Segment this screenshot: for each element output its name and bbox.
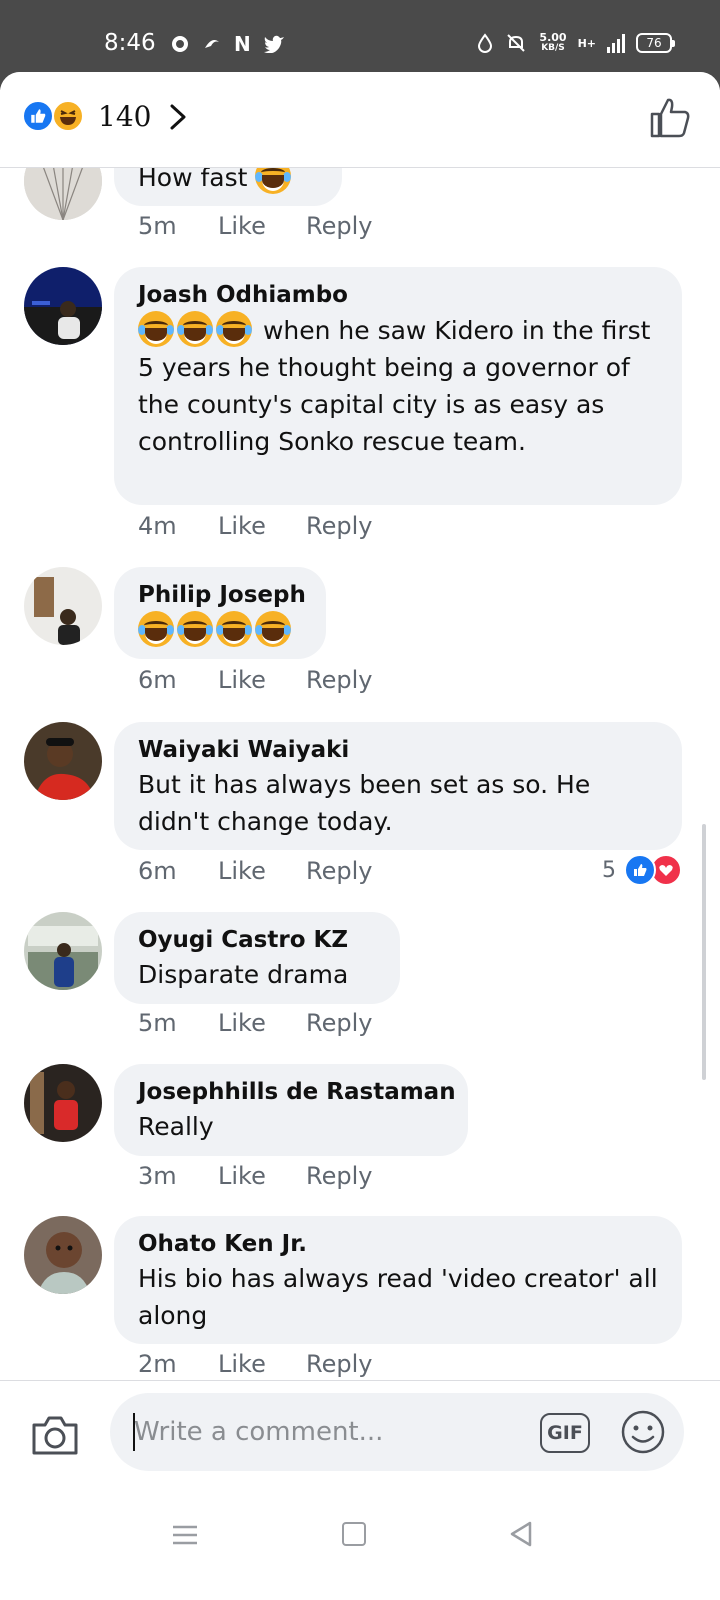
like-comment-button[interactable]: Like xyxy=(218,1162,306,1190)
laughing-emoji-icon xyxy=(177,611,213,647)
comment-text: Really xyxy=(138,1112,214,1141)
laughing-emoji-icon xyxy=(216,311,252,347)
like-comment-button[interactable]: Like xyxy=(218,512,306,540)
comment-text: Disparate drama xyxy=(138,960,349,989)
avatar[interactable] xyxy=(24,567,102,645)
home-icon[interactable] xyxy=(342,1522,366,1546)
like-post-button[interactable] xyxy=(648,96,692,140)
comment-time: 2m xyxy=(138,1350,177,1378)
laughing-emoji-icon xyxy=(138,311,174,347)
avatar[interactable] xyxy=(24,912,102,990)
comment-reactions[interactable]: 5 xyxy=(602,854,682,886)
reply-button[interactable]: Reply xyxy=(306,212,372,240)
like-reaction-icon xyxy=(624,854,656,886)
commenter-name[interactable]: Philip Joseph xyxy=(138,579,306,611)
comment-reaction-count: 5 xyxy=(602,857,616,883)
comment-bubble[interactable]: Joash Odhiambo when he saw Kidero in the… xyxy=(114,267,682,505)
reply-button[interactable]: Reply xyxy=(306,512,372,540)
comment-time: 5m xyxy=(138,1009,177,1037)
reply-button[interactable]: Reply xyxy=(306,857,372,885)
comment-bubble[interactable]: Ohato Ken Jr. His bio has always read 'v… xyxy=(114,1216,682,1344)
comment-text-row xyxy=(138,611,302,649)
status-time: 8:46 xyxy=(104,30,156,56)
gif-button[interactable]: GIF xyxy=(540,1413,590,1453)
camera-icon[interactable] xyxy=(30,1413,80,1457)
comment-input[interactable] xyxy=(110,1393,684,1471)
comment-actions: 6m Like Reply xyxy=(138,857,372,885)
like-comment-button[interactable]: Like xyxy=(218,212,306,240)
like-comment-button[interactable]: Like xyxy=(218,666,306,694)
comment-time: 6m xyxy=(138,666,177,694)
twitter-icon xyxy=(263,35,284,53)
laughing-emoji-icon xyxy=(138,611,174,647)
chevron-right-icon[interactable] xyxy=(164,102,192,132)
reply-button[interactable]: Reply xyxy=(306,1009,372,1037)
system-icons: 5.00 KB/S H+ 76 xyxy=(477,32,675,54)
reaction-count[interactable]: 140 xyxy=(98,100,151,133)
comment-time: 5m xyxy=(138,212,177,240)
laughing-emoji-icon xyxy=(216,611,252,647)
avatar[interactable] xyxy=(24,267,102,345)
comment-text: when he saw Kidero in the first 5 years … xyxy=(138,316,651,456)
comment-actions: 5m Like Reply xyxy=(138,1009,372,1037)
comment-actions: 3m Like Reply xyxy=(138,1162,372,1190)
network-speed: 5.00 KB/S xyxy=(539,32,566,54)
laughing-emoji-icon xyxy=(255,611,291,647)
reply-button[interactable]: Reply xyxy=(306,1350,372,1378)
avatar[interactable] xyxy=(24,1216,102,1294)
like-comment-button[interactable]: Like xyxy=(218,1009,306,1037)
signal-icon xyxy=(607,33,625,53)
mute-bell-icon xyxy=(507,34,526,52)
comment-composer: GIF xyxy=(0,1380,720,1490)
like-reaction-icon xyxy=(22,100,54,132)
comment-text: His bio has always read 'video creator' … xyxy=(138,1264,658,1330)
comment-time: 6m xyxy=(138,857,177,885)
battery-icon: 76 xyxy=(636,33,675,53)
commenter-name[interactable]: Waiyaki Waiyaki xyxy=(138,734,658,766)
comment-bubble[interactable]: Waiyaki Waiyaki But it has always been s… xyxy=(114,722,682,850)
n-app-icon: N xyxy=(234,32,251,56)
comment-list[interactable]: How fast 5m Like Reply Joash Odhiambo wh… xyxy=(0,72,720,1600)
comment-text-row: when he saw Kidero in the first 5 years … xyxy=(138,311,658,460)
settings-icon xyxy=(172,36,188,52)
comment-actions: 4m Like Reply xyxy=(138,512,372,540)
scrollbar[interactable] xyxy=(702,824,706,1080)
comment-actions: 6m Like Reply xyxy=(138,666,372,694)
comment-time: 4m xyxy=(138,512,177,540)
commenter-name[interactable]: Josephhills de Rastaman xyxy=(138,1076,456,1108)
navigation-bar xyxy=(0,1490,720,1600)
commenter-name[interactable]: Ohato Ken Jr. xyxy=(138,1228,658,1260)
network-type: H+ xyxy=(577,36,596,50)
reactions-header: 140 xyxy=(0,72,720,168)
reply-button[interactable]: Reply xyxy=(306,666,372,694)
comment-bubble[interactable]: Josephhills de Rastaman Really xyxy=(114,1064,468,1156)
recent-apps-icon[interactable] xyxy=(172,1524,198,1546)
comment-actions: 5m Like Reply xyxy=(138,212,372,240)
laughing-emoji-icon xyxy=(177,311,213,347)
notification-icons: N xyxy=(170,32,285,56)
comment-actions: 2m Like Reply xyxy=(138,1350,372,1378)
comments-sheet: How fast 5m Like Reply Joash Odhiambo wh… xyxy=(0,72,720,1600)
avatar[interactable] xyxy=(24,722,102,800)
emoji-icon[interactable] xyxy=(620,1409,666,1455)
avatar[interactable] xyxy=(24,1064,102,1142)
comment-bubble[interactable]: Oyugi Castro KZ Disparate drama xyxy=(114,912,400,1004)
back-icon[interactable] xyxy=(508,1520,534,1548)
network-speed-value: 5.00 xyxy=(539,31,567,44)
text-cursor xyxy=(133,1413,135,1451)
haha-reaction-icon xyxy=(52,100,84,132)
comment-time: 3m xyxy=(138,1162,177,1190)
commenter-name[interactable]: Joash Odhiambo xyxy=(138,279,658,311)
commenter-name[interactable]: Oyugi Castro KZ xyxy=(138,924,376,956)
comment-text: But it has always been set as so. He did… xyxy=(138,770,591,836)
water-drop-icon xyxy=(478,33,493,53)
swirl-app-icon xyxy=(205,40,219,48)
reply-button[interactable]: Reply xyxy=(306,1162,372,1190)
like-comment-button[interactable]: Like xyxy=(218,857,306,885)
like-comment-button[interactable]: Like xyxy=(218,1350,306,1378)
comment-bubble[interactable]: Philip Joseph xyxy=(114,567,326,659)
network-speed-unit: KB/S xyxy=(541,43,565,53)
